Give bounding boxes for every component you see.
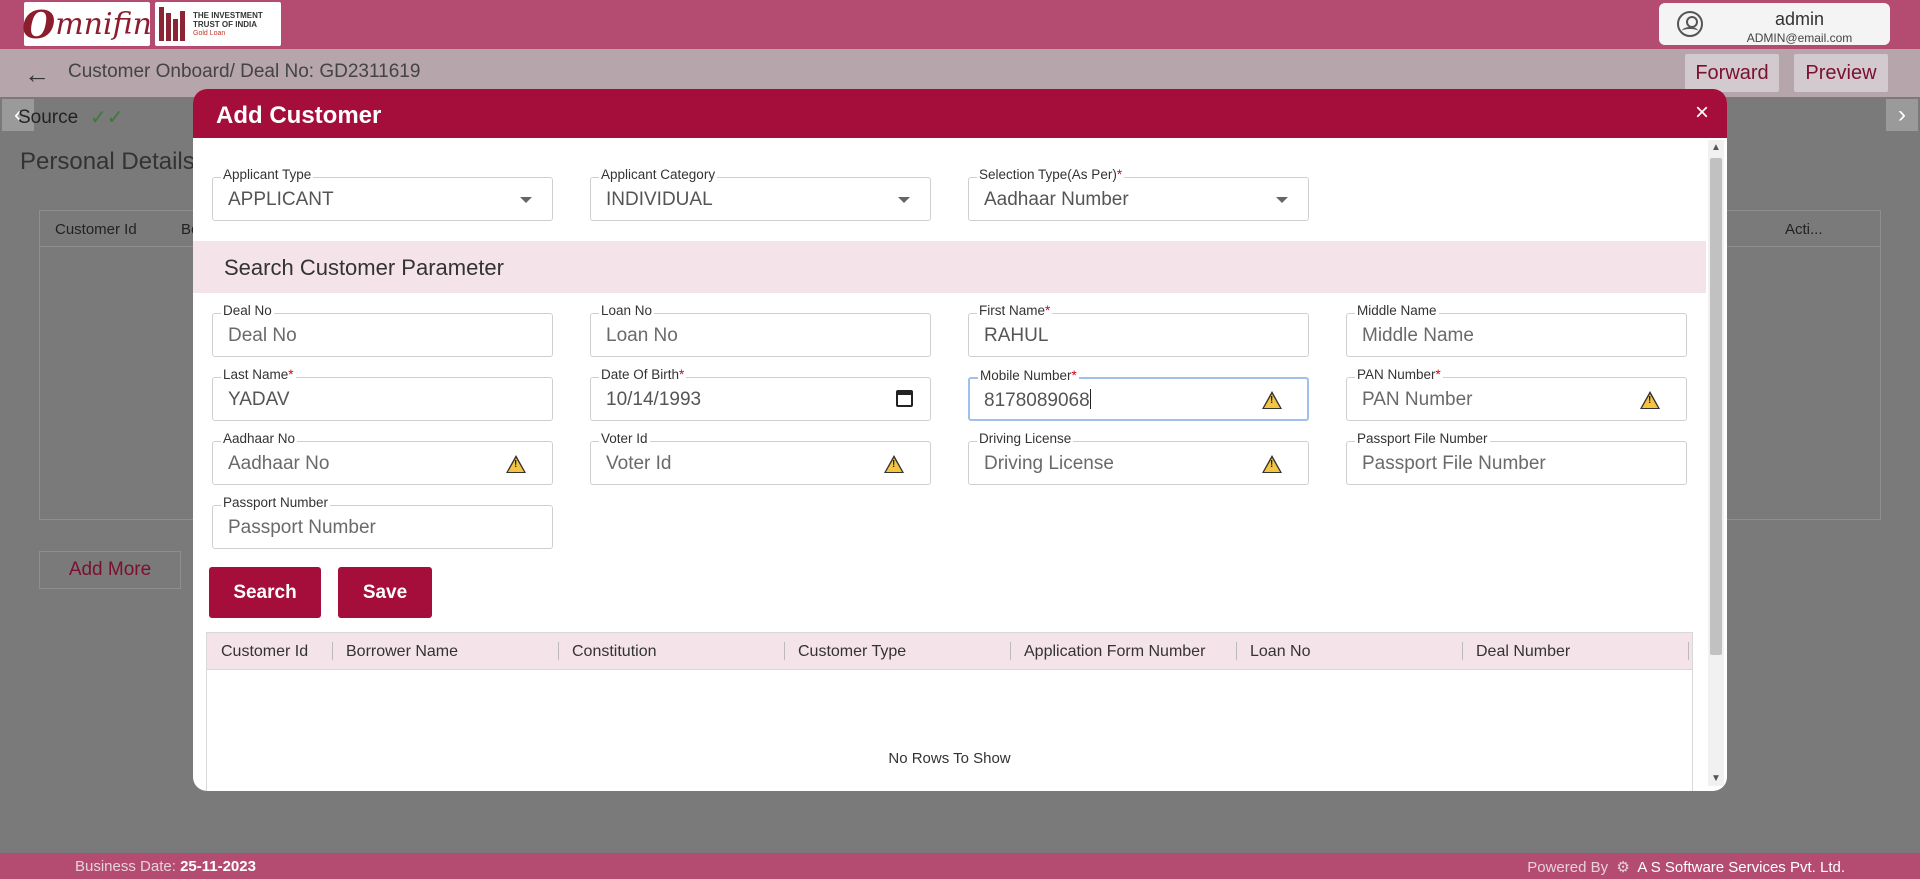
add-customer-modal: Add Customer × Applicant Type APPLICANT … <box>193 89 1727 791</box>
user-avatar-icon <box>1677 11 1703 37</box>
scroll-up-icon[interactable]: ▲ <box>1711 142 1721 153</box>
applicant-type-select[interactable]: Applicant Type APPLICANT <box>212 167 553 221</box>
passport-file-number-field[interactable]: Passport File Number Passport File Numbe… <box>1346 431 1687 485</box>
warning-icon <box>1262 455 1282 473</box>
warning-icon <box>506 455 526 473</box>
scroll-down-icon[interactable]: ▼ <box>1711 773 1721 784</box>
search-results-grid: Customer Id Borrower Name Constitution C… <box>206 632 1693 791</box>
user-email: ADMIN@email.com <box>1746 31 1853 45</box>
modal-scrollbar[interactable]: ▲ ▼ <box>1708 140 1724 786</box>
iti-gold-loan-logo: THE INVESTMENT TRUST OF INDIA Gold Loan <box>155 2 281 46</box>
dropdown-arrow-icon <box>898 197 910 203</box>
selection-type-value: Aadhaar Number <box>984 189 1129 210</box>
no-rows-message: No Rows To Show <box>888 750 1011 767</box>
preview-button[interactable]: Preview <box>1794 54 1888 92</box>
col-deal-number[interactable]: Deal Number <box>1476 643 1570 661</box>
grid-col-actions[interactable]: Acti... <box>1785 221 1823 238</box>
user-name: admin <box>1774 9 1825 29</box>
loan-no-field[interactable]: Loan No Loan No <box>590 303 931 357</box>
add-more-button[interactable]: Add More <box>39 551 181 589</box>
footer: Business Date: 25-11-2023 Powered By ⚙ A… <box>0 853 1920 879</box>
aadhaar-no-field[interactable]: Aadhaar No Aadhaar No <box>212 431 553 485</box>
voter-id-field[interactable]: Voter Id Voter Id <box>590 431 931 485</box>
business-date-label: Business Date: <box>75 858 176 875</box>
warning-icon <box>1262 391 1282 409</box>
section-title: Search Customer Parameter <box>224 255 504 280</box>
dropdown-arrow-icon <box>520 197 532 203</box>
company-name: A S Software Services Pvt. Ltd. <box>1637 859 1845 876</box>
user-menu[interactable]: admin ADMIN@email.com <box>1659 3 1890 45</box>
calendar-icon[interactable] <box>896 390 913 407</box>
warning-icon <box>884 455 904 473</box>
text-cursor <box>1089 389 1091 409</box>
applicant-type-value: APPLICANT <box>228 189 334 210</box>
results-grid-header: Customer Id Borrower Name Constitution C… <box>207 633 1692 670</box>
iti-logo-mark <box>159 7 189 41</box>
chevron-right-icon[interactable]: › <box>1886 99 1918 131</box>
search-button[interactable]: Search <box>209 567 321 618</box>
grid-col-customer-id[interactable]: Customer Id <box>55 221 137 238</box>
top-bar: Omnifin THE INVESTMENT TRUST OF INDIA Go… <box>0 0 1920 49</box>
scrollbar-thumb[interactable] <box>1710 158 1722 655</box>
double-check-icon: ✓✓ <box>90 107 124 129</box>
tab-source[interactable]: Source <box>18 107 78 129</box>
section-heading-personal-details: Personal Details <box>20 148 195 175</box>
close-icon[interactable]: × <box>1695 101 1709 125</box>
forward-button[interactable]: Forward <box>1685 54 1779 92</box>
applicant-category-select[interactable]: Applicant Category INDIVIDUAL <box>590 167 931 221</box>
last-name-field[interactable]: Last Name* YADAV <box>212 367 553 421</box>
powered-by-label: Powered By <box>1527 859 1609 876</box>
save-button[interactable]: Save <box>338 567 432 618</box>
col-application-form-number[interactable]: Application Form Number <box>1024 643 1205 661</box>
omnifin-logo[interactable]: Omnifin <box>22 2 152 47</box>
col-customer-type[interactable]: Customer Type <box>798 643 906 661</box>
col-loan-no[interactable]: Loan No <box>1250 643 1311 661</box>
breadcrumb: Customer Onboard/ Deal No: GD2311619 <box>68 61 421 82</box>
dropdown-arrow-icon <box>1276 197 1288 203</box>
applicant-category-value: INDIVIDUAL <box>606 189 713 210</box>
pan-number-field[interactable]: PAN Number* PAN Number <box>1346 367 1687 421</box>
date-of-birth-field[interactable]: Date Of Birth* 10/14/1993 <box>590 367 931 421</box>
mobile-number-field[interactable]: Mobile Number* 8178089068 <box>968 368 1309 421</box>
back-arrow-icon[interactable]: ← <box>24 59 50 90</box>
selection-type-select[interactable]: Selection Type(As Per)* Aadhaar Number <box>968 167 1309 221</box>
modal-header: Add Customer × <box>193 89 1727 138</box>
deal-no-field[interactable]: Deal No Deal No <box>212 303 553 357</box>
passport-number-field[interactable]: Passport Number Passport Number <box>212 495 553 549</box>
first-name-field[interactable]: First Name* RAHUL <box>968 303 1309 357</box>
col-borrower-name[interactable]: Borrower Name <box>346 643 458 661</box>
middle-name-field[interactable]: Middle Name Middle Name <box>1346 303 1687 357</box>
col-customer-id[interactable]: Customer Id <box>221 643 308 661</box>
driving-license-field[interactable]: Driving License Driving License <box>968 431 1309 485</box>
warning-icon <box>1640 391 1660 409</box>
company-logo-icon: ⚙ <box>1612 859 1635 876</box>
business-date: 25-11-2023 <box>180 858 256 875</box>
search-parameter-section: Search Customer Parameter <box>193 241 1706 293</box>
modal-title: Add Customer <box>216 102 382 129</box>
col-constitution[interactable]: Constitution <box>572 643 657 661</box>
